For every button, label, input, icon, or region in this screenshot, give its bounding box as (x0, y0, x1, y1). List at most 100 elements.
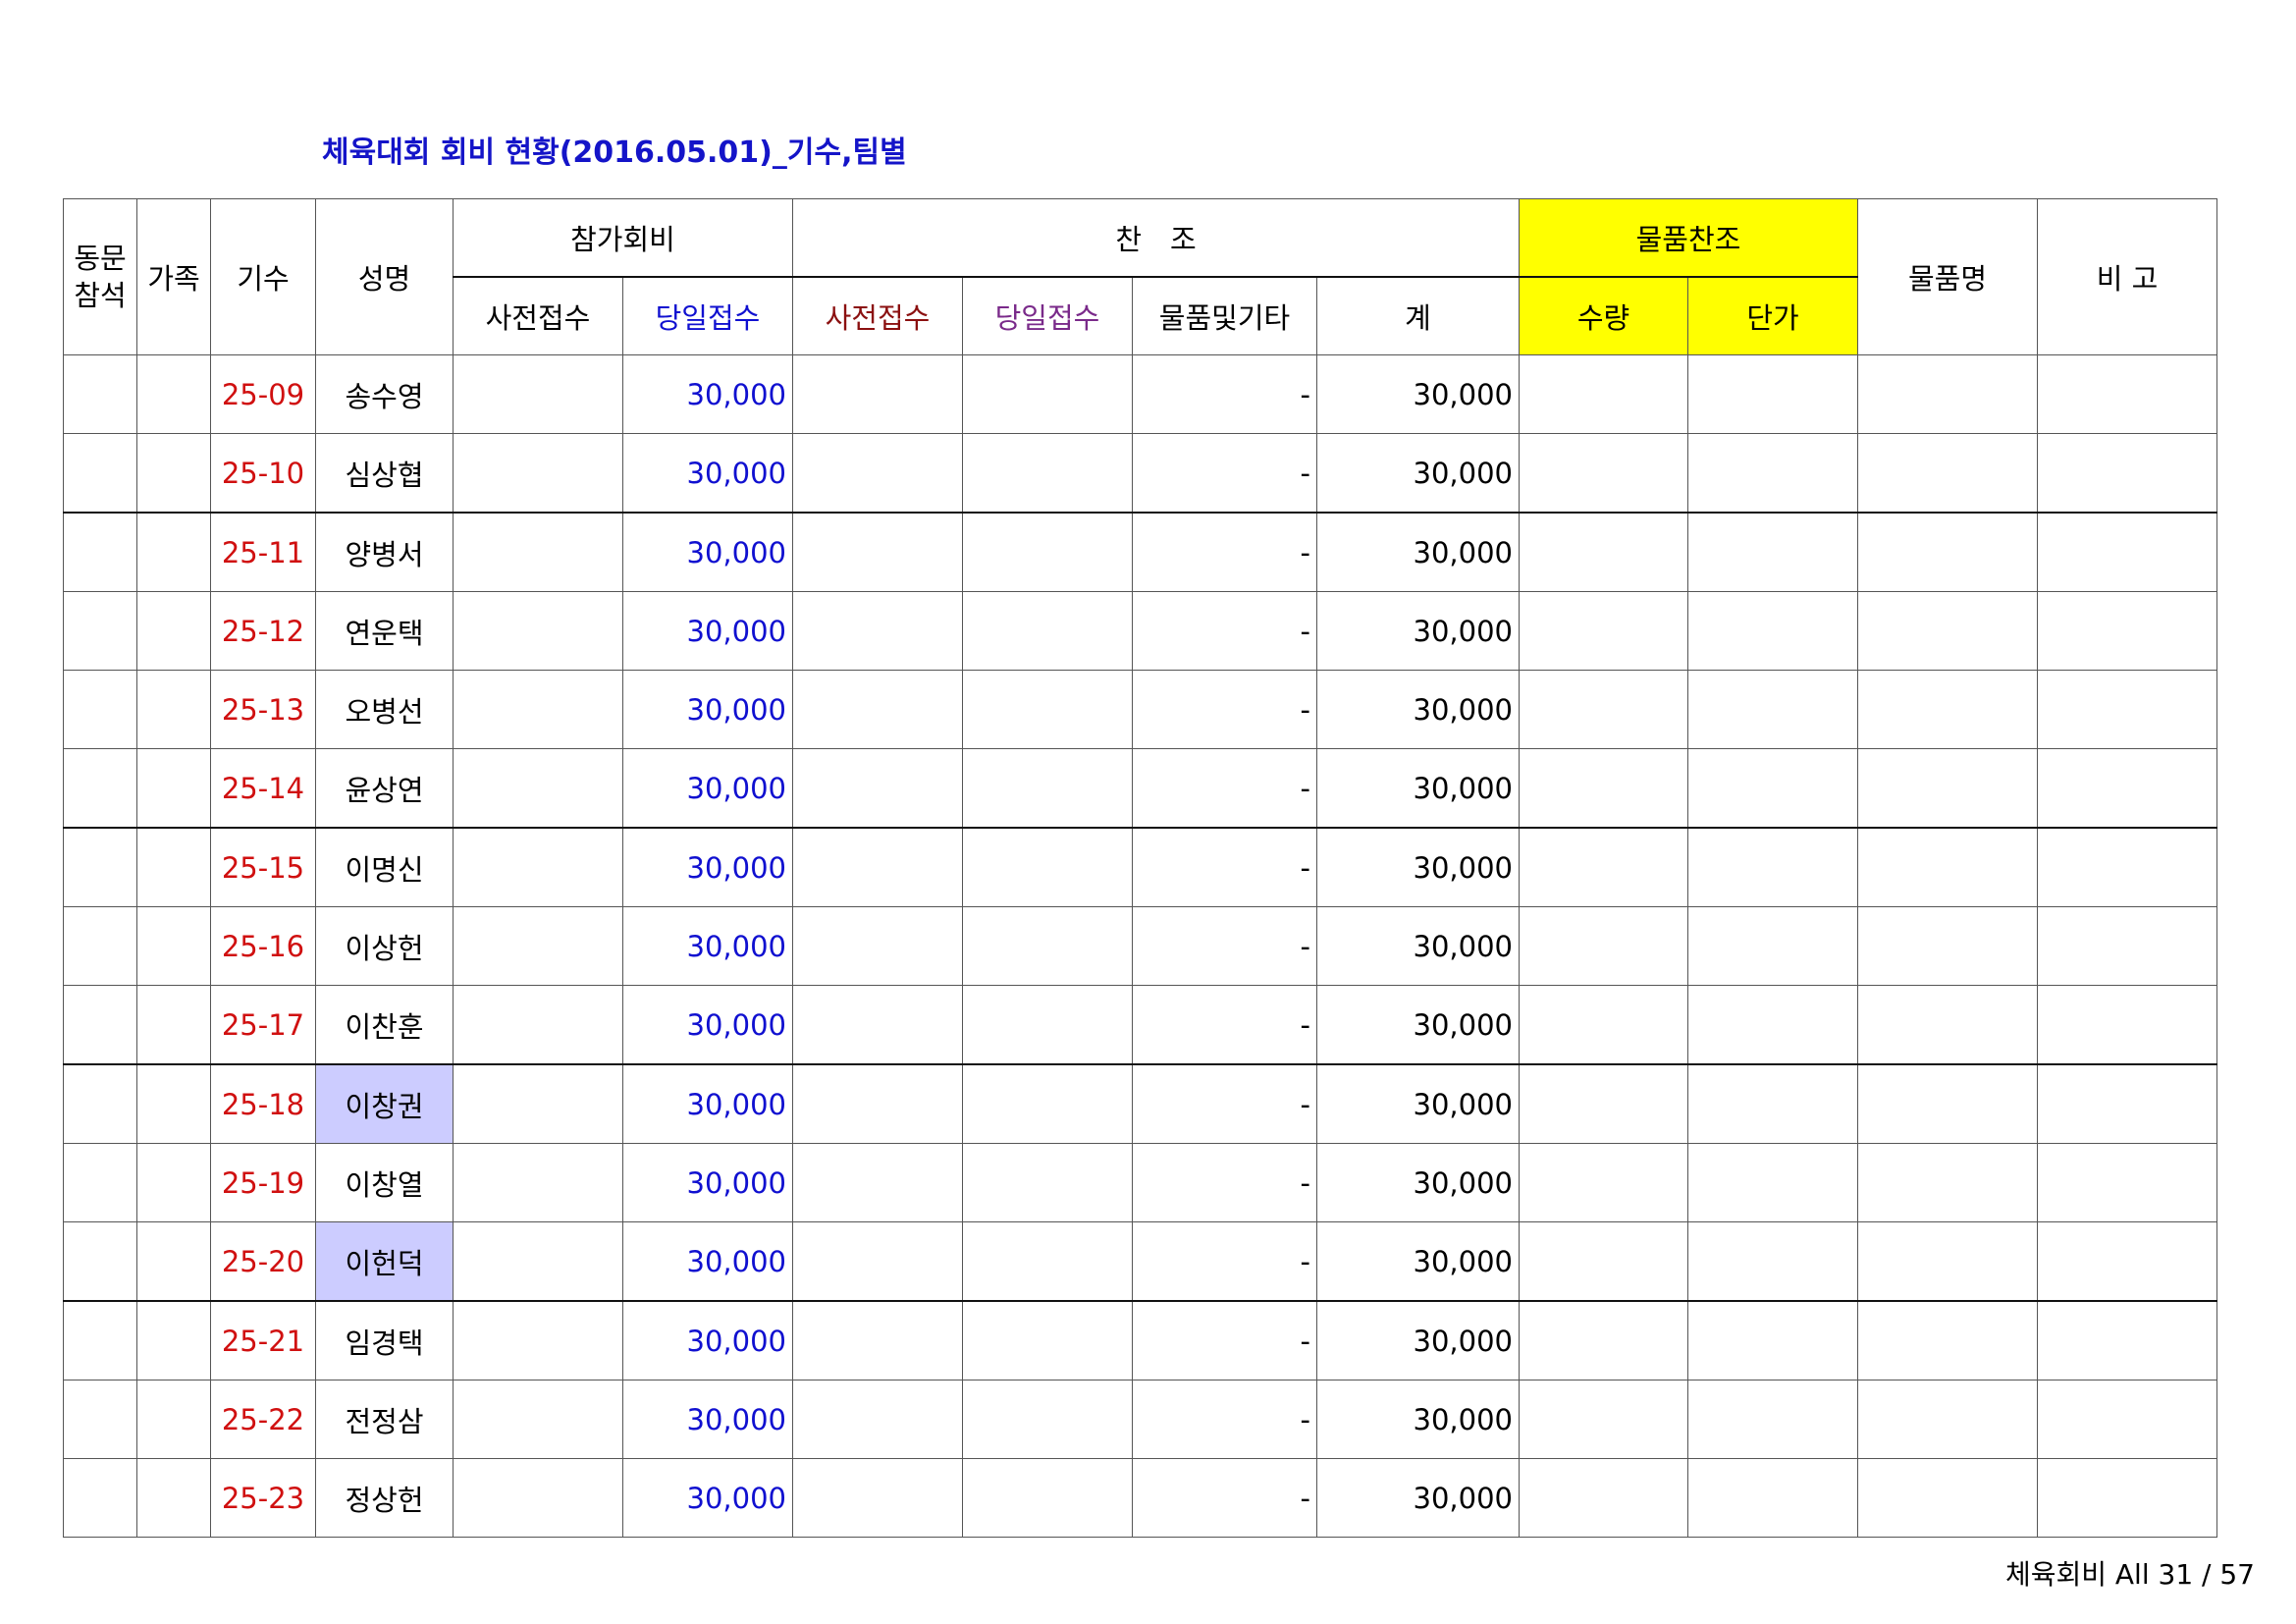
cell-remarks (2037, 1063, 2217, 1144)
header-goods-and-other: 물품및기타 (1132, 276, 1317, 355)
cell-goods-and-other: - (1132, 670, 1317, 749)
cell-item-name (1857, 985, 2038, 1065)
cell-cohort: 25-23 (210, 1458, 316, 1538)
cell-sponsor-advance (792, 827, 963, 907)
cell-item-name (1857, 1300, 2038, 1380)
cell-alumni-attend (63, 512, 137, 592)
cell-sponsor-advance (792, 591, 963, 671)
cell-quantity (1519, 1380, 1688, 1459)
table-row: 25-22 전정삼 30,000-30,000 (63, 1380, 2217, 1459)
cell-fee-same-day: 30,000 (622, 354, 793, 434)
cell-total: 30,000 (1316, 433, 1520, 514)
cell-alumni-attend (63, 1380, 137, 1459)
cell-sponsor-same-day (962, 1143, 1133, 1222)
cell-family (136, 1143, 211, 1222)
cell-quantity (1519, 1143, 1688, 1222)
cell-remarks (2037, 1380, 2217, 1459)
cell-fee-same-day: 30,000 (622, 748, 793, 829)
cell-alumni-attend (63, 1063, 137, 1144)
cell-name: 이명신 (315, 827, 454, 907)
cell-family (136, 354, 211, 434)
cell-family (136, 1063, 211, 1144)
cell-unit-price (1687, 433, 1858, 514)
cell-cohort: 25-19 (210, 1143, 316, 1222)
table-row: 25-15 이명신 30,000-30,000 (63, 827, 2217, 907)
cell-unit-price (1687, 985, 1858, 1065)
cell-quantity (1519, 985, 1688, 1065)
cell-total: 30,000 (1316, 1063, 1520, 1144)
cell-family (136, 1300, 211, 1380)
cell-unit-price (1687, 354, 1858, 434)
cell-family (136, 433, 211, 514)
table-row: 25-19 이창열 30,000-30,000 (63, 1143, 2217, 1222)
cell-alumni-attend (63, 1221, 137, 1302)
table-body: 25-09 송수영 30,000-30,000 25-10 심상협 30,000-30,0… (63, 354, 2217, 1538)
cell-unit-price (1687, 1143, 1858, 1222)
cell-name: 이찬훈 (315, 985, 454, 1065)
cell-alumni-attend (63, 354, 137, 434)
cell-cohort: 25-14 (210, 748, 316, 829)
cell-goods-and-other: - (1132, 1458, 1317, 1538)
cell-fee-same-day: 30,000 (622, 1380, 793, 1459)
cell-total: 30,000 (1316, 1221, 1520, 1302)
header-family: 가족 (136, 198, 211, 355)
cell-total: 30,000 (1316, 827, 1520, 907)
cell-total: 30,000 (1316, 1458, 1520, 1538)
header-remarks: 비 고 (2037, 198, 2217, 355)
cell-goods-and-other: - (1132, 1300, 1317, 1380)
cell-sponsor-advance (792, 1300, 963, 1380)
table-row: 25-17 이찬훈 30,000-30,000 (63, 985, 2217, 1065)
cell-sponsor-same-day (962, 1380, 1133, 1459)
cell-unit-price (1687, 1300, 1858, 1380)
cell-total: 30,000 (1316, 1300, 1520, 1380)
header-unit-price: 단가 (1687, 276, 1858, 355)
cell-sponsor-advance (792, 1143, 963, 1222)
cell-goods-and-other: - (1132, 512, 1317, 592)
table-row: 25-16 이상헌 30,000-30,000 (63, 906, 2217, 986)
cell-unit-price (1687, 906, 1858, 986)
cell-fee-advance (453, 985, 623, 1065)
cell-cohort: 25-13 (210, 670, 316, 749)
cell-goods-and-other: - (1132, 433, 1317, 514)
cell-total: 30,000 (1316, 906, 1520, 986)
cell-total: 30,000 (1316, 748, 1520, 829)
cell-remarks (2037, 512, 2217, 592)
cell-name: 정상헌 (315, 1458, 454, 1538)
cell-item-name (1857, 1063, 2038, 1144)
cell-quantity (1519, 1221, 1688, 1302)
header-sponsor-same-day: 당일접수 (962, 276, 1133, 355)
cell-fee-advance (453, 1221, 623, 1302)
cell-fee-advance (453, 670, 623, 749)
cell-family (136, 1380, 211, 1459)
header-goods-sponsorship: 물품찬조 (1519, 198, 1858, 278)
cell-item-name (1857, 591, 2038, 671)
cell-remarks (2037, 354, 2217, 434)
header-item-name: 물품명 (1857, 198, 2038, 355)
cell-sponsor-advance (792, 1221, 963, 1302)
cell-unit-price (1687, 827, 1858, 907)
cell-alumni-attend (63, 748, 137, 829)
cell-fee-same-day: 30,000 (622, 1221, 793, 1302)
cell-remarks (2037, 1458, 2217, 1538)
cell-goods-and-other: - (1132, 1221, 1317, 1302)
cell-unit-price (1687, 670, 1858, 749)
cell-fee-advance (453, 906, 623, 986)
cell-fee-advance (453, 1458, 623, 1538)
cell-cohort: 25-20 (210, 1221, 316, 1302)
cell-unit-price (1687, 1063, 1858, 1144)
table-row: 25-21 임경택 30,000-30,000 (63, 1300, 2217, 1380)
cell-sponsor-same-day (962, 591, 1133, 671)
cell-remarks (2037, 748, 2217, 829)
cell-fee-same-day: 30,000 (622, 670, 793, 749)
cell-remarks (2037, 1221, 2217, 1302)
cell-name: 이창열 (315, 1143, 454, 1222)
cell-sponsor-advance (792, 512, 963, 592)
cell-family (136, 591, 211, 671)
header-fee-same-day: 당일접수 (622, 276, 793, 355)
cell-sponsor-same-day (962, 985, 1133, 1065)
table-row: 25-12 연운택 30,000-30,000 (63, 591, 2217, 671)
cell-goods-and-other: - (1132, 354, 1317, 434)
header-name: 성명 (315, 198, 454, 355)
cell-unit-price (1687, 748, 1858, 829)
table-row: 25-14 윤상연 30,000-30,000 (63, 748, 2217, 829)
